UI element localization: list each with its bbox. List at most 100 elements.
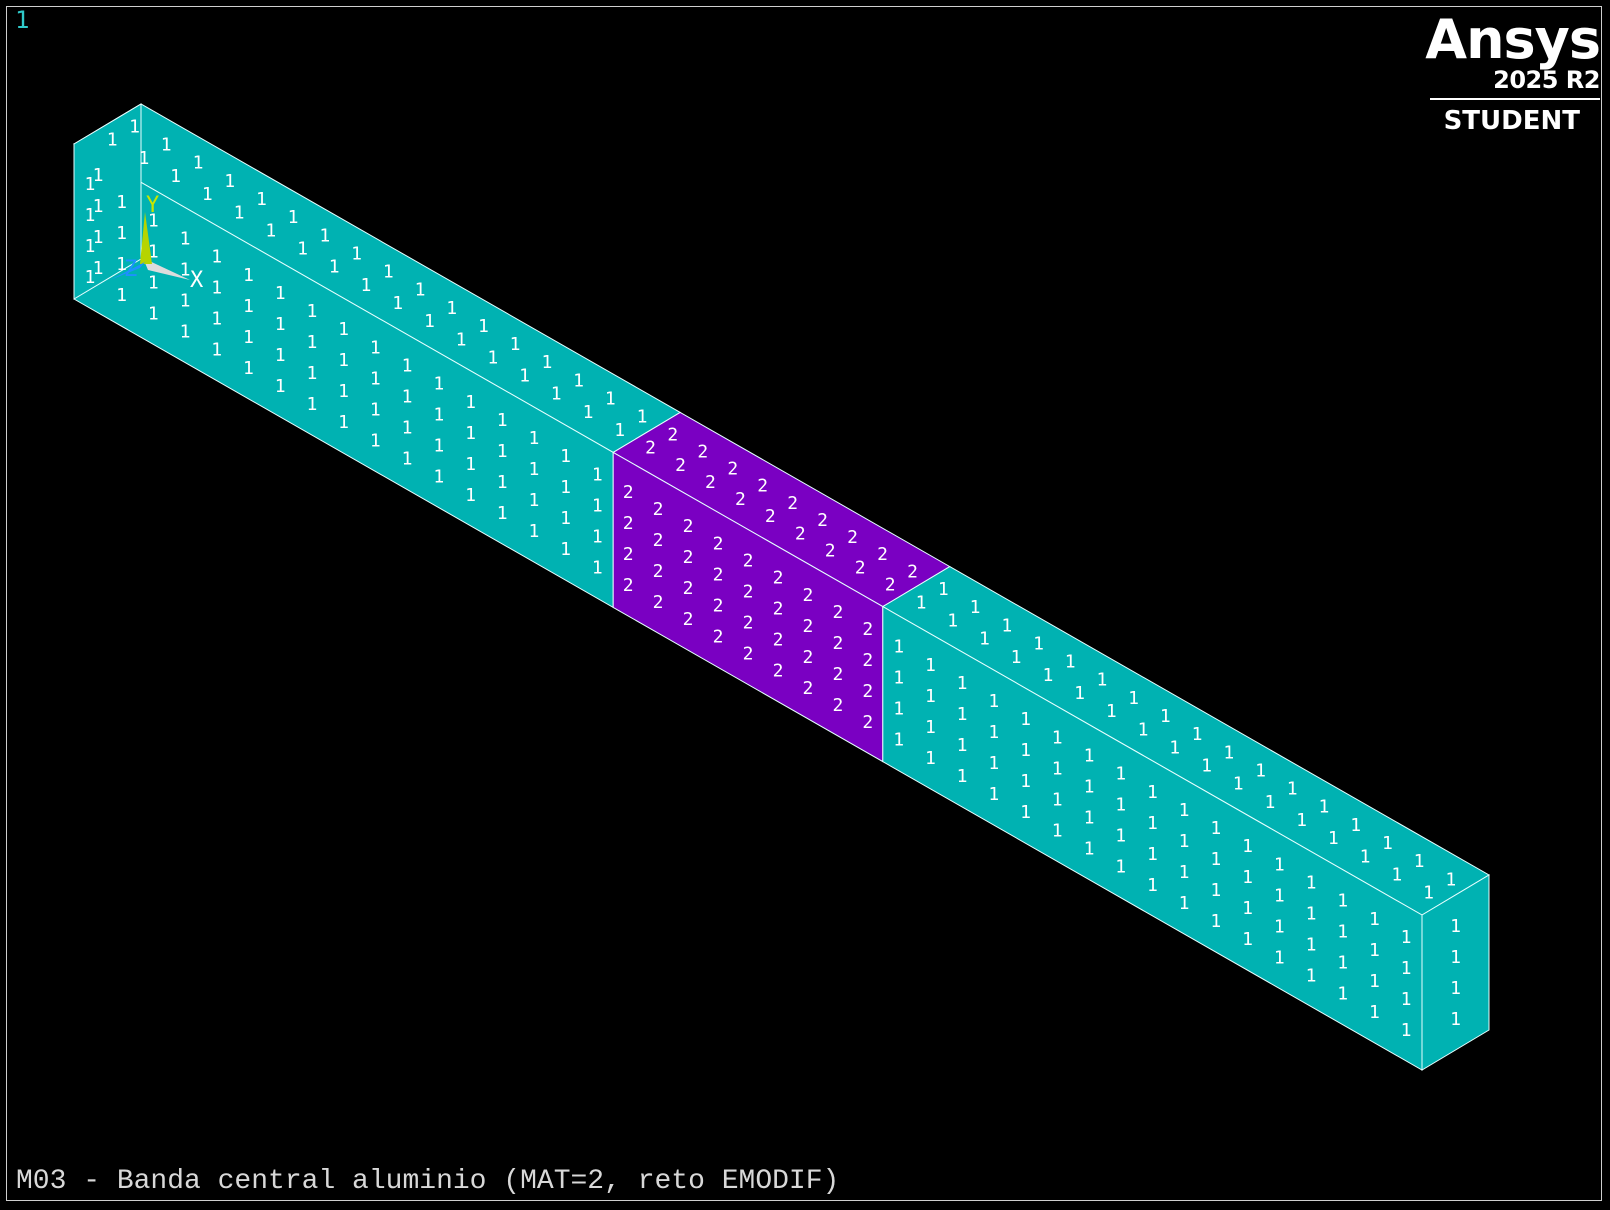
material-number-label: 1: [433, 374, 444, 395]
material-number-label: 1: [1084, 746, 1095, 767]
material-number-label: 2: [653, 499, 664, 520]
material-number-label: 2: [795, 523, 806, 544]
material-number-label: 1: [138, 148, 149, 169]
material-number-label: 1: [1210, 880, 1221, 901]
material-number-label: 2: [773, 661, 784, 682]
material-number-label: 1: [1337, 922, 1348, 943]
material-number-label: 2: [653, 530, 664, 551]
material-number-label: 1: [180, 229, 191, 250]
material-number-label: 1: [1450, 916, 1461, 937]
material-number-label: 1: [1242, 836, 1253, 857]
material-number-label: 1: [893, 637, 904, 658]
material-number-label: 2: [773, 599, 784, 620]
material-number-label: 1: [243, 358, 254, 379]
material-number-label: 1: [1052, 789, 1063, 810]
material-number-label: 1: [560, 446, 571, 467]
material-number-label: 1: [573, 370, 584, 391]
material-number-label: 1: [1306, 873, 1317, 894]
material-number-label: 1: [970, 597, 981, 618]
material-number-label: 1: [497, 441, 508, 462]
material-number-label: 1: [528, 459, 539, 480]
material-number-label: 1: [256, 189, 267, 210]
model-scene[interactable]: 1111111111111111111111111111111111111111…: [0, 0, 1610, 1210]
material-number-label: 1: [1450, 978, 1461, 999]
triad-x-label: X: [190, 268, 204, 293]
material-number-label: 1: [170, 166, 181, 187]
material-number-label: 2: [623, 513, 634, 534]
material-number-label: 1: [1445, 869, 1456, 890]
material-number-label: 1: [465, 454, 476, 475]
material-number-label: 1: [1337, 891, 1348, 912]
material-number-label: 1: [1318, 797, 1329, 818]
material-number-label: 2: [697, 441, 708, 462]
material-number-label: 1: [893, 668, 904, 689]
material-number-label: 1: [1210, 849, 1221, 870]
material-number-label: 1: [528, 428, 539, 449]
material-number-label: 1: [925, 686, 936, 707]
material-number-label: 1: [383, 262, 394, 283]
material-number-label: 1: [1052, 727, 1063, 748]
material-number-label: 2: [862, 650, 873, 671]
material-number-label: 2: [623, 482, 634, 503]
material-number-label: 1: [1106, 701, 1117, 722]
material-number-label: 2: [713, 626, 724, 647]
material-number-label: 1: [1264, 792, 1275, 813]
material-number-label: 1: [275, 314, 286, 335]
material-number-label: 1: [360, 275, 371, 296]
material-number-label: 1: [497, 472, 508, 493]
material-number-label: 1: [487, 347, 498, 368]
material-number-label: 1: [319, 225, 330, 246]
material-number-label: 1: [1115, 795, 1126, 816]
material-number-label: 1: [370, 430, 381, 451]
material-number-label: 2: [743, 644, 754, 665]
material-number-label: 1: [351, 243, 362, 264]
material-number-label: 2: [817, 510, 828, 531]
material-number-label: 1: [433, 436, 444, 457]
material-number-label: 1: [988, 753, 999, 774]
material-number-label: 1: [519, 366, 530, 387]
material-number-label: 1: [979, 629, 990, 650]
material-number-label: 1: [1296, 810, 1307, 831]
graphics-viewport[interactable]: 1 11111111111111111111111111111111111111…: [0, 0, 1610, 1210]
material-number-label: 1: [180, 291, 191, 312]
material-number-label: 1: [1179, 862, 1190, 883]
material-number-label: 1: [1084, 777, 1095, 798]
material-number-label: 2: [727, 459, 738, 480]
material-number-label: 1: [1052, 758, 1063, 779]
material-number-label: 1: [234, 202, 245, 223]
material-number-label: 2: [623, 575, 634, 596]
ansys-logo: Ansys 2025 R2 STUDENT: [1425, 8, 1601, 138]
material-number-label: 2: [645, 438, 656, 459]
material-number-label: 1: [1287, 779, 1298, 800]
material-number-label: 2: [832, 664, 843, 685]
material-number-label: 1: [306, 301, 317, 322]
material-number-label: 2: [855, 558, 866, 579]
material-number-label: 1: [1450, 947, 1461, 968]
material-number-label: 1: [988, 784, 999, 805]
material-number-label: 1: [614, 420, 625, 441]
material-number-label: 2: [653, 561, 664, 582]
material-number-label: 1: [265, 220, 276, 241]
material-number-label: 1: [1337, 953, 1348, 974]
material-number-label: 1: [243, 296, 254, 317]
material-number-label: 2: [757, 476, 768, 497]
material-number-label: 1: [1115, 857, 1126, 878]
material-number-label: 1: [528, 521, 539, 542]
material-number-label: 1: [988, 722, 999, 743]
material-number-label: 1: [1350, 815, 1361, 836]
material-number-label: 1: [497, 503, 508, 524]
material-number-label: 1: [402, 356, 413, 377]
material-number-label: 1: [211, 309, 222, 330]
material-number-label: 1: [1084, 839, 1095, 860]
material-number-label: 1: [1450, 1009, 1461, 1030]
material-number-label: 1: [1242, 929, 1253, 950]
material-number-label: 1: [551, 384, 562, 405]
material-number-label: 1: [465, 485, 476, 506]
material-number-label: 1: [370, 337, 381, 358]
material-number-label: 1: [402, 418, 413, 439]
material-number-label: 1: [370, 368, 381, 389]
material-number-label: 1: [1179, 893, 1190, 914]
material-number-label: 1: [1274, 947, 1285, 968]
material-number-label: 1: [402, 387, 413, 408]
material-number-label: 2: [667, 424, 678, 445]
